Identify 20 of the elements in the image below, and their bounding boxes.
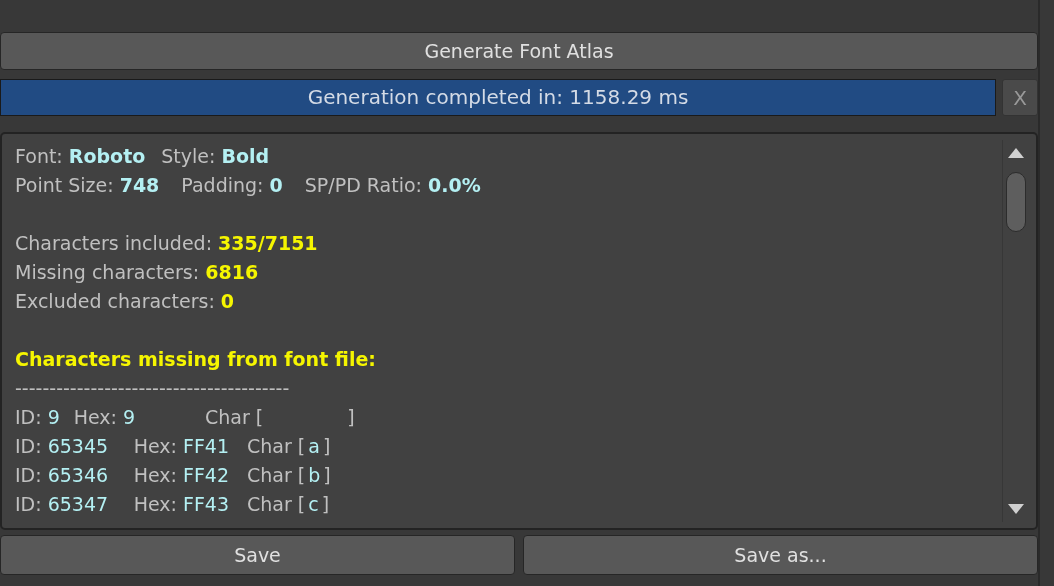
close-button[interactable]: X xyxy=(1002,79,1038,116)
generate-button[interactable]: Generate Font Atlas xyxy=(0,32,1038,70)
report-line: Characters included: 335/7151 xyxy=(15,231,318,256)
missing-character-row-text: ID: 65345 Hex: FF41 Char [a] xyxy=(15,434,331,459)
missing-character-row-text: ID: 65347 Hex: FF43 Char [c] xyxy=(15,492,330,517)
missing-character-row-text: ID: 65346 Hex: FF42 Char [b] xyxy=(15,463,331,488)
report-line: Excluded characters: 0 xyxy=(15,289,235,314)
report-line: Font: Roboto Style: Bold xyxy=(15,144,270,169)
scrollbar[interactable] xyxy=(1002,140,1028,522)
scrollbar-thumb[interactable] xyxy=(1006,172,1026,232)
scroll-up-icon[interactable] xyxy=(1008,148,1024,158)
progress-text: Generation completed in: 1158.29 ms xyxy=(306,84,690,111)
missing-character-row-text: ID: 9 Hex: 9 Char [ ] xyxy=(15,405,355,430)
report-line: Missing characters: 6816 xyxy=(15,260,259,285)
report-line: Characters missing from font file: xyxy=(15,347,376,372)
report-line: Point Size: 748 Padding: 0 SP/PD Ratio: 0.0% xyxy=(15,173,481,198)
report-line: ---------------------------------------- xyxy=(15,376,290,401)
scroll-down-icon[interactable] xyxy=(1008,504,1024,514)
save-as-button[interactable]: Save as... xyxy=(523,535,1038,575)
save-button[interactable]: Save xyxy=(0,535,515,575)
